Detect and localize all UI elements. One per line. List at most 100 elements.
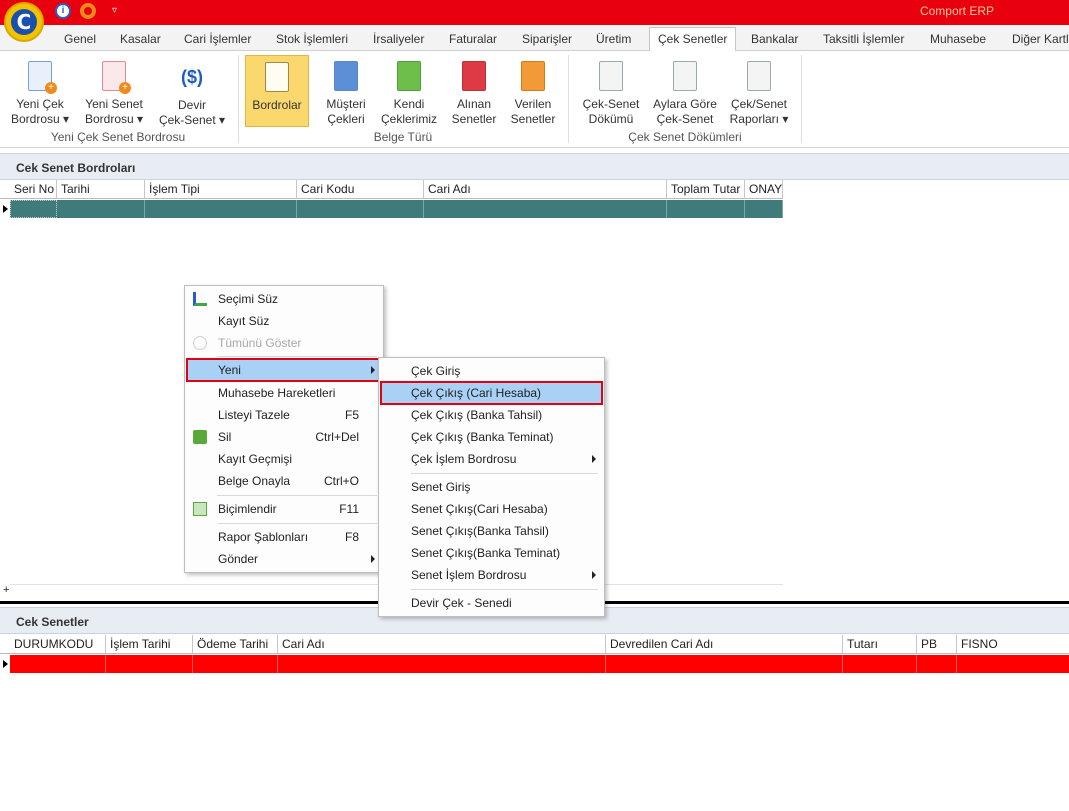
column-header[interactable]: Tarihi: [57, 180, 145, 199]
table-row[interactable]: [10, 655, 1069, 673]
new-check-bordro-button[interactable]: + Yeni Çek Bordrosu ▾: [8, 55, 72, 127]
column-header[interactable]: DURUMKODU: [10, 635, 106, 654]
submenu-item-note-out-bank-collection[interactable]: Senet Çıkış(Banka Tahsil): [381, 520, 602, 542]
menu-item-label: Çek Giriş: [411, 364, 461, 378]
tab-stok-islemleri[interactable]: Stok İşlemleri: [268, 30, 356, 50]
submenu-item-check-transaction-bordro[interactable]: Çek İşlem Bordrosu: [381, 448, 602, 470]
column-header[interactable]: Cari Adı: [424, 180, 667, 199]
menu-shortcut: F8: [344, 530, 359, 544]
info-icon[interactable]: i: [55, 3, 71, 19]
column-header[interactable]: FISNO: [957, 635, 1069, 654]
table-cell[interactable]: [10, 655, 106, 673]
menu-separator: [411, 473, 598, 474]
customer-checks-button[interactable]: Müşteri Çekleri: [318, 55, 374, 127]
submenu-item-check-out-bank-collateral[interactable]: Çek Çıkış (Banka Teminat): [381, 426, 602, 448]
table-cell[interactable]: [145, 200, 297, 218]
tab-bankalar[interactable]: Bankalar: [743, 30, 806, 50]
menu-item-send[interactable]: Gönder: [187, 548, 381, 570]
submenu-item-note-entry[interactable]: Senet Giriş: [381, 476, 602, 498]
menu-item-approve-document[interactable]: Belge Onayla Ctrl+O: [187, 470, 381, 492]
column-header[interactable]: Cari Kodu: [297, 180, 424, 199]
column-header[interactable]: Seri No: [10, 180, 57, 199]
tab-siparisler[interactable]: Siparişler: [514, 30, 580, 50]
menu-item-show-all[interactable]: Tümünü Göster: [187, 332, 381, 354]
monthly-check-note-button[interactable]: Aylara Göre Çek-Senet: [650, 55, 720, 127]
menu-item-filter-record[interactable]: Kayıt Süz: [187, 310, 381, 332]
tab-diger-kartlar[interactable]: Diğer Kartla: [1004, 30, 1069, 50]
issued-notes-button[interactable]: Verilen Senetler: [506, 55, 560, 127]
check-note-reports-button[interactable]: Çek/Senet Raporları ▾: [726, 55, 792, 127]
column-header[interactable]: ONAY: [745, 180, 783, 199]
check-note-listing-button[interactable]: Çek-Senet Dökümü: [578, 55, 644, 127]
menu-separator: [217, 495, 377, 496]
column-header[interactable]: Cari Adı: [278, 635, 606, 654]
menu-item-report-templates[interactable]: Rapor Şablonları F8: [187, 526, 381, 548]
tab-cari-islemler[interactable]: Cari İşlemler: [176, 30, 259, 50]
table-cell[interactable]: [193, 655, 278, 673]
tab-kasalar[interactable]: Kasalar: [112, 30, 169, 50]
bordrolar-button[interactable]: Bordrolar: [245, 55, 309, 127]
column-header[interactable]: Tutarı: [843, 635, 917, 654]
menu-item-delete[interactable]: Sil Ctrl+Del: [187, 426, 381, 448]
table-cell[interactable]: [278, 655, 606, 673]
submenu-item-check-out-bank-collection[interactable]: Çek Çıkış (Banka Tahsil): [381, 404, 602, 426]
column-header[interactable]: PB: [917, 635, 957, 654]
tab-faturalar[interactable]: Faturalar: [441, 30, 505, 50]
tab-taksitli-islemler[interactable]: Taksitli İşlemler: [815, 30, 912, 50]
submenu-item-note-transaction-bordro[interactable]: Senet İşlem Bordrosu: [381, 564, 602, 586]
table-row[interactable]: [10, 200, 783, 218]
column-header[interactable]: İşlem Tipi: [145, 180, 297, 199]
button-label: Bordrosu ▾: [10, 112, 70, 126]
table-cell[interactable]: [297, 200, 424, 218]
pin-icon[interactable]: ▿: [112, 5, 120, 16]
table-cell[interactable]: [606, 655, 843, 673]
button-label: Çek/Senet: [730, 97, 788, 111]
current-row-indicator: [0, 200, 10, 219]
submenu-item-note-out-to-account[interactable]: Senet Çıkış(Cari Hesaba): [381, 498, 602, 520]
own-checks-button[interactable]: Kendi Çeklerimiz: [378, 55, 440, 127]
menu-item-refresh-list[interactable]: Listeyi Tazele F5: [187, 404, 381, 426]
new-document-icon: +: [102, 61, 131, 94]
group-label-document-type: Belge Türü: [373, 130, 433, 144]
column-header[interactable]: Devredilen Cari Adı: [606, 635, 843, 654]
tab-irsaliyeler[interactable]: İrsaliyeler: [365, 30, 432, 50]
tab-cek-senetler[interactable]: Çek Senetler: [649, 27, 737, 52]
tab-muhasebe[interactable]: Muhasebe: [922, 30, 994, 50]
table-cell[interactable]: [10, 200, 57, 218]
carry-over-check-note-button[interactable]: ($) Devir Çek-Senet ▾: [156, 55, 228, 127]
blue-document-icon: [334, 61, 358, 91]
report-document-icon: [673, 61, 697, 91]
menu-item-record-history[interactable]: Kayıt Geçmişi: [187, 448, 381, 470]
submenu-item-check-out-to-account[interactable]: Çek Çıkış (Cari Hesaba): [380, 381, 603, 405]
table-cell[interactable]: [57, 200, 145, 218]
table-cell[interactable]: [917, 655, 957, 673]
new-row-button[interactable]: +: [3, 584, 9, 596]
column-header[interactable]: İşlem Tarihi: [106, 635, 193, 654]
submenu-arrow-icon: [592, 571, 596, 579]
menu-item-new[interactable]: Yeni: [186, 358, 382, 382]
table-cell[interactable]: [843, 655, 917, 673]
column-header[interactable]: Ödeme Tarihi: [193, 635, 278, 654]
menu-item-label: Devir Çek - Senedi: [411, 596, 512, 610]
tab-uretim[interactable]: Üretim: [588, 30, 639, 50]
menu-separator: [411, 589, 598, 590]
submenu-item-note-out-bank-collateral[interactable]: Senet Çıkış(Banka Teminat): [381, 542, 602, 564]
menu-item-accounting-movements[interactable]: Muhasebe Hareketleri: [187, 382, 381, 404]
menu-shortcut: Ctrl+O: [323, 474, 359, 488]
tab-genel[interactable]: Genel: [56, 30, 104, 50]
menu-item-format[interactable]: Biçimlendir F11: [187, 498, 381, 520]
new-note-bordro-button[interactable]: + Yeni Senet Bordrosu ▾: [80, 55, 148, 127]
button-label: Yeni Çek: [16, 97, 64, 111]
table-cell[interactable]: [106, 655, 193, 673]
table-cell[interactable]: [424, 200, 667, 218]
app-logo[interactable]: C: [4, 2, 44, 42]
column-header[interactable]: Toplam Tutar: [667, 180, 745, 199]
table-cell[interactable]: [667, 200, 745, 218]
table-cell[interactable]: [745, 200, 783, 218]
submenu-item-check-entry[interactable]: Çek Giriş: [381, 360, 602, 382]
menu-item-filter-selection[interactable]: Seçimi Süz: [187, 288, 381, 310]
help-ring-icon[interactable]: [80, 3, 96, 19]
submenu-item-carry-over-check-note[interactable]: Devir Çek - Senedi: [381, 592, 602, 614]
menu-item-label: Kayıt Geçmişi: [218, 452, 293, 466]
received-notes-button[interactable]: Alınan Senetler: [446, 55, 502, 127]
